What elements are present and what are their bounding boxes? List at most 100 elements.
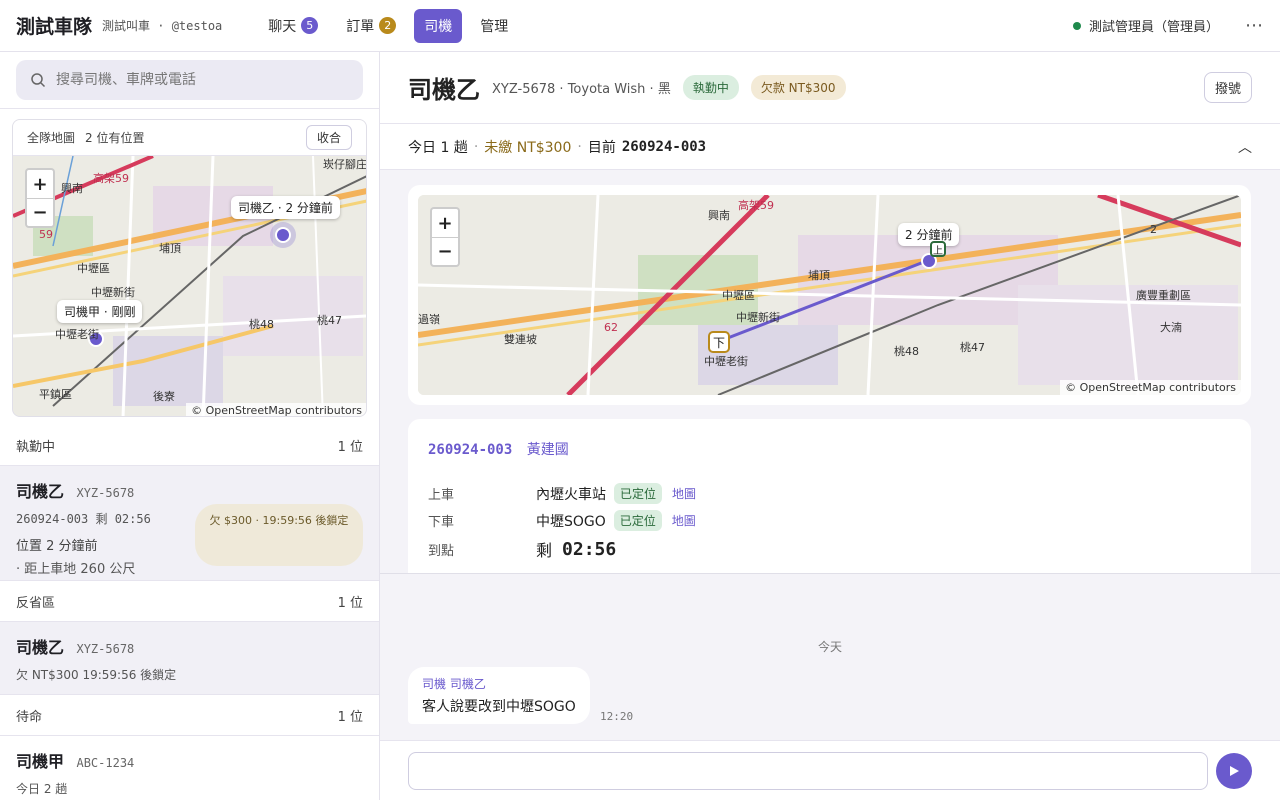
place-label: 過嶺 <box>418 313 440 326</box>
driver-detail: 司機乙 XYZ-5678 · Toyota Wish · 黑 執勤中 欠款 NT… <box>380 52 1280 800</box>
debt-lock-badge: 欠 $300 · 19:59:56 後鎖定 <box>195 504 363 566</box>
driver-card-on-duty[interactable]: 司機乙 XYZ-5678 260924-003 剩 02:56 位置 2 分鐘前… <box>0 465 379 581</box>
message-composer <box>380 740 1280 800</box>
driver-b-map-label[interactable]: 司機乙 · 2 分鐘前 <box>231 196 340 219</box>
driver-plate: XYZ-5678 <box>76 486 135 500</box>
zoom-out-button[interactable]: − <box>27 198 53 226</box>
more-icon[interactable]: ⋯ <box>1245 15 1264 36</box>
driver-card-probation[interactable]: 司機乙 XYZ-5678 欠 NT$300 19:59:56 後鎖定 <box>0 621 379 695</box>
place-label: 崁仔腳庄 <box>323 158 367 171</box>
fleet-map-header: 全隊地圖 2 位有位置 收合 <box>13 120 366 156</box>
order-id-link[interactable]: 260924-003 <box>428 442 512 458</box>
driver-a-map-label[interactable]: 司機甲 · 剛剛 <box>57 300 143 323</box>
place-label: 中壢新街 <box>91 286 135 299</box>
trip-summary[interactable]: 今日 1 趟 · 未繳 NT$300 · 目前 260924-003 ︿ <box>380 124 1280 170</box>
message-time: 12:20 <box>600 710 634 723</box>
eta-countdown: 02:56 <box>562 538 617 560</box>
place-label: 平鎮區 <box>39 388 72 401</box>
section-count: 1 位 <box>337 439 363 455</box>
located-badge: 已定位 <box>613 510 662 531</box>
eta-label: 到點 <box>428 543 455 559</box>
zoom-out-button[interactable]: − <box>432 237 458 265</box>
driver-detail-name: 司機乙 <box>408 75 480 104</box>
driver-plate: ABC-1234 <box>76 756 135 770</box>
driver-plate: XYZ-5678 <box>76 642 135 656</box>
map-attribution[interactable]: © OpenStreetMap contributors <box>186 403 366 416</box>
driver-sidebar: 全隊地圖 2 位有位置 收合 <box>0 52 380 800</box>
place-label: 廣豐重劃區 <box>1136 289 1191 302</box>
debt-line: 欠 NT$300 19:59:56 後鎖定 <box>16 668 177 682</box>
place-label: 中壢老街 <box>55 328 99 341</box>
place-label: 興南 <box>61 182 83 195</box>
pickup-label: 上車 <box>428 488 455 503</box>
dropoff-row: 下車 中壢SOGO 已定位 地圖 <box>428 510 1231 531</box>
separator: · <box>577 138 582 155</box>
chevron-up-icon[interactable]: ︿ <box>1238 137 1252 157</box>
section-count: 1 位 <box>337 595 363 611</box>
orders-count-badge: 2 <box>379 17 397 34</box>
fleet-map-title: 全隊地圖 <box>27 131 76 145</box>
driver-name: 司機乙 <box>16 482 65 501</box>
pickup-map-link[interactable]: 地圖 <box>672 485 696 502</box>
top-bar: 測試車隊 測試叫車 · @testoa 聊天 5 訂單 2 司機 管理 測試管理… <box>0 0 1280 52</box>
fleet-map-zoom: + − <box>25 168 55 228</box>
unpaid-amount: 未繳 NT$300 <box>484 139 572 156</box>
dropoff-label: 下車 <box>428 515 455 530</box>
place-label: 桃47 <box>960 341 985 354</box>
today-trips: 今日 1 趟 <box>408 139 468 156</box>
route-map[interactable]: 興南 高架59 埔頂 中壢區 中壢新街 中壢老街 過嶺 雙連坡 廣豐重劃區 大湳… <box>418 195 1241 395</box>
driver-map-label[interactable]: 2 分鐘前 <box>898 223 960 246</box>
section-probation: 反省區 1 位 <box>0 581 379 621</box>
place-label: 59 <box>39 228 53 241</box>
send-icon <box>1230 765 1239 776</box>
place-label: 桃47 <box>317 314 342 327</box>
current-label: 目前 <box>587 139 616 156</box>
driver-header: 司機乙 XYZ-5678 · Toyota Wish · 黑 執勤中 欠款 NT… <box>380 52 1280 124</box>
tab-admin[interactable]: 管理 <box>470 9 518 43</box>
driver-card-standby[interactable]: 司機甲 ABC-1234 今日 2 趟 <box>0 735 379 800</box>
tab-orders[interactable]: 訂單 2 <box>336 9 406 43</box>
tab-chat[interactable]: 聊天 5 <box>258 9 328 43</box>
tab-drivers-label: 司機 <box>424 18 453 35</box>
current-order-id: 260924-003 <box>621 138 707 155</box>
place-label: 中壢區 <box>77 262 110 275</box>
place-label: 大湳 <box>1160 321 1182 334</box>
dial-button[interactable]: 撥號 <box>1203 72 1252 103</box>
driver-b-marker <box>275 227 291 243</box>
user-area: 測試管理員（管理員） ⋯ <box>1072 15 1264 36</box>
section-title: 待命 <box>16 709 43 725</box>
send-button[interactable] <box>1216 752 1252 789</box>
fleet-map: 全隊地圖 2 位有位置 收合 崁仔腳庄 興南 埔頂 中壢區 中壢新街 中壢老街 … <box>12 119 367 417</box>
place-label: 高架59 <box>738 199 774 212</box>
zoom-in-button[interactable]: + <box>432 209 458 237</box>
dropoff-marker[interactable]: 下 <box>708 331 730 353</box>
located-badge: 已定位 <box>614 483 663 504</box>
driver-name: 司機乙 <box>16 638 65 657</box>
customer-name[interactable]: 黃建國 <box>527 442 569 458</box>
zoom-in-button[interactable]: + <box>27 170 53 198</box>
online-status-dot <box>1072 21 1081 30</box>
pickup-marker[interactable]: 上 <box>930 241 946 257</box>
place-label: 中壢區 <box>722 289 755 302</box>
map-attribution[interactable]: © OpenStreetMap contributors <box>1060 380 1241 395</box>
section-standby: 待命 1 位 <box>0 695 379 735</box>
chat-log: 今天 司機 司機乙 客人說要改到中壢SOGO 12:20 <box>380 573 1280 740</box>
section-count: 1 位 <box>337 709 363 725</box>
search-input[interactable] <box>56 72 349 88</box>
divider <box>0 108 379 109</box>
trips-line: 今日 2 趟 <box>16 782 68 796</box>
message-input[interactable] <box>408 751 1208 790</box>
driver-name: 司機甲 <box>16 752 65 771</box>
place-label: 高架59 <box>93 172 129 185</box>
place-label: 埔頂 <box>808 269 830 282</box>
separator: · <box>473 138 479 155</box>
fleet-map-canvas[interactable]: 崁仔腳庄 興南 埔頂 中壢區 中壢新街 中壢老街 平鎮區 後寮 桃48 桃47 … <box>13 154 367 416</box>
place-label: 興南 <box>708 209 730 222</box>
eta-row: 到點 剩 02:56 <box>428 537 1231 561</box>
eta-prefix: 剩 <box>536 541 553 560</box>
tab-drivers[interactable]: 司機 <box>414 8 463 43</box>
place-label: 後寮 <box>153 390 175 403</box>
dropoff-map-link[interactable]: 地圖 <box>672 512 696 529</box>
debt-badge: 欠款 NT$300 <box>750 75 846 100</box>
collapse-map-button[interactable]: 收合 <box>305 125 352 150</box>
